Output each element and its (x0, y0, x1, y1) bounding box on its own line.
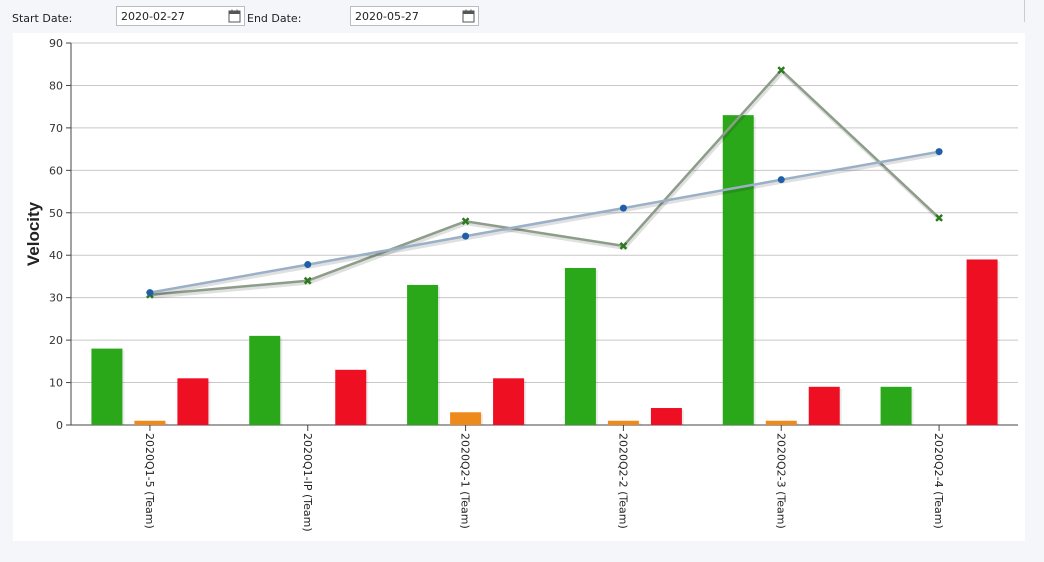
calendar-icon[interactable] (462, 9, 475, 23)
bar (450, 412, 482, 425)
y-tick-label: 50 (49, 207, 63, 220)
line-point (146, 289, 154, 297)
bar (880, 386, 912, 425)
x-tick-label: 2020Q2-3 (Team) (774, 433, 787, 529)
bar (335, 369, 367, 425)
y-tick-label: 0 (56, 419, 63, 432)
x-tick-label: 2020Q1-5 (Team) (143, 433, 156, 529)
line-point (304, 261, 312, 269)
bar (249, 335, 281, 425)
bar (134, 420, 166, 425)
start-date-field[interactable]: 2020-02-27 (116, 6, 245, 26)
panel-divider (1024, 0, 1025, 22)
start-date-value[interactable]: 2020-02-27 (121, 10, 185, 23)
chart-panel: 0 10 20 30 40 50 60 70 80 90 Velocity 2020Q1-5 (Tea… (13, 33, 1025, 541)
y-tick-label: 70 (49, 122, 63, 135)
bar (493, 378, 525, 425)
y-tick-label: 40 (49, 249, 63, 262)
y-tick-label: 90 (49, 37, 63, 50)
bar (407, 284, 439, 425)
end-date-value[interactable]: 2020-05-27 (355, 10, 419, 23)
line-point (777, 176, 785, 184)
line-point (935, 148, 943, 156)
y-tick-label: 60 (49, 164, 63, 177)
bar (564, 267, 596, 425)
bar (650, 408, 682, 425)
x-tick-label: 2020Q1-IP (Team) (301, 433, 314, 532)
bar (177, 378, 209, 425)
line-point (462, 232, 470, 240)
velocity-chart: 0 10 20 30 40 50 60 70 80 90 Velocity 2020Q1-5 (Tea… (24, 37, 1018, 532)
y-tick-label: 10 (49, 377, 63, 390)
end-date-field[interactable]: 2020-05-27 (350, 6, 479, 26)
bar (91, 348, 123, 425)
bar (765, 420, 797, 425)
bar (966, 259, 998, 425)
series-line-shadow (150, 151, 941, 297)
start-date-label: Start Date: (12, 12, 73, 25)
bar (607, 420, 639, 425)
calendar-icon[interactable] (228, 9, 241, 23)
y-tick-label: 20 (49, 334, 63, 347)
x-tick-label: 2020Q2-1 (Team) (459, 433, 472, 529)
end-date-label: End Date: (247, 12, 302, 25)
x-tick-label: 2020Q2-2 (Team) (616, 433, 629, 529)
bar (722, 115, 754, 426)
bar (808, 386, 840, 425)
y-tick-label: 80 (49, 79, 63, 92)
line-point (619, 204, 627, 212)
series-line-shadow (150, 69, 942, 299)
series-line (149, 68, 940, 296)
x-tick-label: 2020Q2-4 (Team) (932, 433, 945, 529)
y-tick-label: 30 (49, 292, 63, 305)
series-line (149, 150, 940, 294)
y-axis-title: Velocity (24, 201, 43, 266)
